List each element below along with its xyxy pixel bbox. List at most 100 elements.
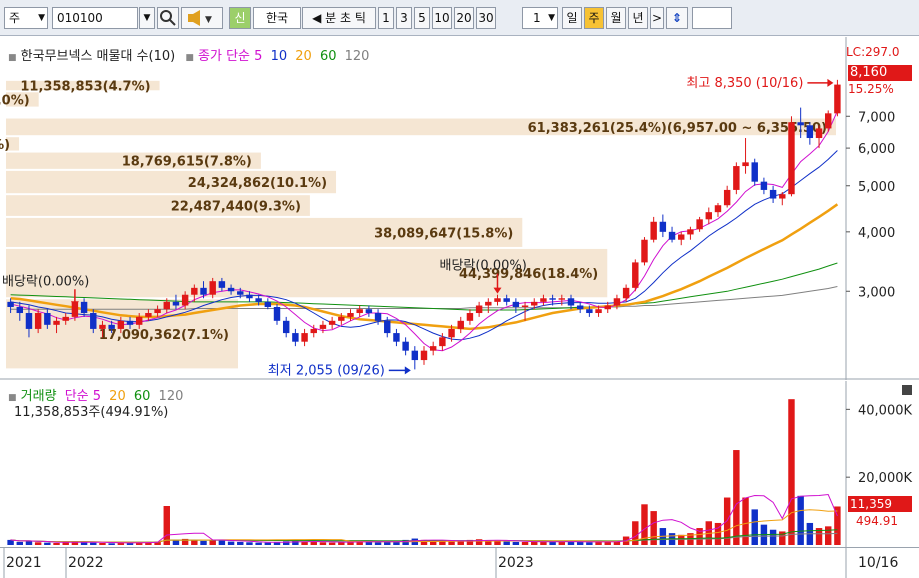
candle-down (393, 333, 400, 342)
close-pane-icon[interactable] (902, 385, 912, 395)
dividend-label-2: 배당락(0.00%) (439, 259, 526, 274)
candle-down (797, 122, 804, 126)
candle-up (466, 313, 474, 321)
volume-bar (44, 542, 51, 545)
candle-down (273, 306, 281, 321)
candle-up (494, 298, 501, 302)
period-count-select[interactable]: 1 ▼ (522, 7, 558, 29)
candle-up (53, 320, 60, 325)
period-10-button[interactable]: 10 (432, 7, 452, 29)
change-pct-label: 15.25% (848, 82, 894, 96)
candle-up (191, 287, 198, 295)
candle-up (99, 324, 106, 329)
volume-bar (163, 506, 170, 545)
period-30-button[interactable]: 30 (476, 7, 496, 29)
volume-pane[interactable]: 20,000K 40,000K ■ 거래량 단순 5 20 60 120 11,3… (0, 381, 919, 547)
period-count-value: 1 (533, 11, 541, 25)
toolbar: 주 ▼ 010100 ▼ ▼ 신 한국 ◀ 분 초 틱 1 3 5 10 20 3… (0, 0, 919, 36)
volume-bar (374, 542, 382, 545)
volume-profile-label: 11,358,853(4.7%) (20, 80, 150, 95)
updown-icon[interactable]: ⇕ (666, 7, 688, 29)
volume-bar (751, 509, 758, 545)
candle-up (448, 328, 455, 338)
stock-code-input[interactable]: 010100 (52, 7, 138, 29)
price-tick-label: 4,000 (858, 226, 895, 241)
period-5-button[interactable]: 5 (414, 7, 430, 29)
candle-up (723, 189, 731, 206)
ma5-legend: 5 (254, 49, 263, 64)
market-label: 주 (9, 11, 21, 25)
candle-up (429, 346, 437, 351)
candle-down (218, 281, 226, 288)
candle-down (586, 309, 593, 314)
volume-tick-label: 40,000K (858, 403, 912, 418)
price-pane[interactable]: 11,358,853(4.7%)2,295,132(1.0%) 61,383,26… (0, 37, 919, 380)
volume-profile-label: 2,295,132(1.0%) (0, 93, 30, 108)
yearly-button[interactable]: 년 (628, 7, 648, 29)
volume-bar (558, 541, 566, 545)
candle-down (402, 341, 409, 351)
volume-bar (797, 495, 804, 545)
volume-bar (99, 542, 106, 545)
price-tick-label: 6,000 (858, 142, 895, 157)
candle-up (163, 301, 170, 310)
volume-profile-label: 61,383,261(25.4%)(6,957.00 ~ 6,355.50) (528, 121, 827, 136)
volume-bar (25, 540, 33, 545)
price-tick-label: 5,000 (858, 180, 895, 195)
speaker-icon[interactable]: ▼ (181, 7, 223, 29)
volume-bar (595, 541, 602, 545)
period-1-button[interactable]: 1 (378, 7, 394, 29)
candle-up (779, 194, 786, 199)
candle-up (742, 162, 749, 167)
time-label: 2021 (6, 555, 42, 571)
volume-bar (742, 497, 749, 545)
candle-down (227, 287, 235, 292)
candle-up (595, 309, 602, 314)
volume-profile-label: 18,769,615(7.8%) (122, 155, 252, 170)
new-listing-badge: 신 (229, 7, 251, 29)
volume-bar (521, 541, 529, 545)
volume-bar (788, 399, 795, 545)
high-annotation: 최고 8,350 (10/16) (686, 76, 803, 91)
candle-up (475, 305, 483, 314)
extra-input[interactable] (692, 7, 732, 29)
period-3-button[interactable]: 3 (396, 7, 412, 29)
volume-bar (7, 539, 14, 545)
candle-down (264, 301, 272, 307)
price-chart[interactable]: 11,358,853(4.7%)2,295,132(1.0%) 61,383,26… (0, 37, 919, 380)
candle-up (145, 313, 152, 317)
volume-bar (246, 542, 253, 545)
chevron-down-icon: ▼ (38, 13, 45, 23)
price-tick-label: 7,000 (858, 110, 895, 125)
ma120-legend: 120 (344, 49, 370, 64)
ma-legend-label: 종가 단순 (198, 49, 250, 64)
volume-bar (319, 542, 327, 545)
candle-up (420, 350, 428, 361)
candle-up (834, 84, 841, 114)
candle-down (237, 291, 244, 295)
candle-down (751, 162, 758, 182)
volume-bar (769, 529, 777, 545)
search-icon[interactable] (157, 7, 179, 29)
code-dropdown-button[interactable]: ▼ (139, 7, 155, 29)
candle-down (411, 350, 419, 361)
lc-label: LC:297.0 (846, 45, 900, 59)
monthly-button[interactable]: 월 (606, 7, 626, 29)
period-20-button[interactable]: 20 (454, 7, 474, 29)
candle-down (668, 231, 676, 240)
weekly-button[interactable]: 주 (584, 7, 604, 29)
candle-down (760, 181, 768, 190)
volume-bar (834, 506, 841, 545)
volume-profile-label: 24,324,862(10.1%) (188, 176, 327, 191)
candle-up (531, 301, 538, 306)
legend-title: 한국무브넥스 매물대 수(10) (20, 49, 176, 64)
volume-bar (310, 541, 317, 545)
volume-bar (34, 542, 42, 545)
market-select[interactable]: 주 ▼ (4, 7, 48, 29)
candle-down (255, 298, 262, 302)
next-button[interactable]: > (650, 7, 664, 29)
low-annotation: 최저 2,055 (09/26) (268, 363, 385, 378)
period-type-selector[interactable]: ◀ 분 초 틱 (302, 7, 376, 29)
candle-down (108, 324, 115, 329)
daily-button[interactable]: 일 (562, 7, 582, 29)
